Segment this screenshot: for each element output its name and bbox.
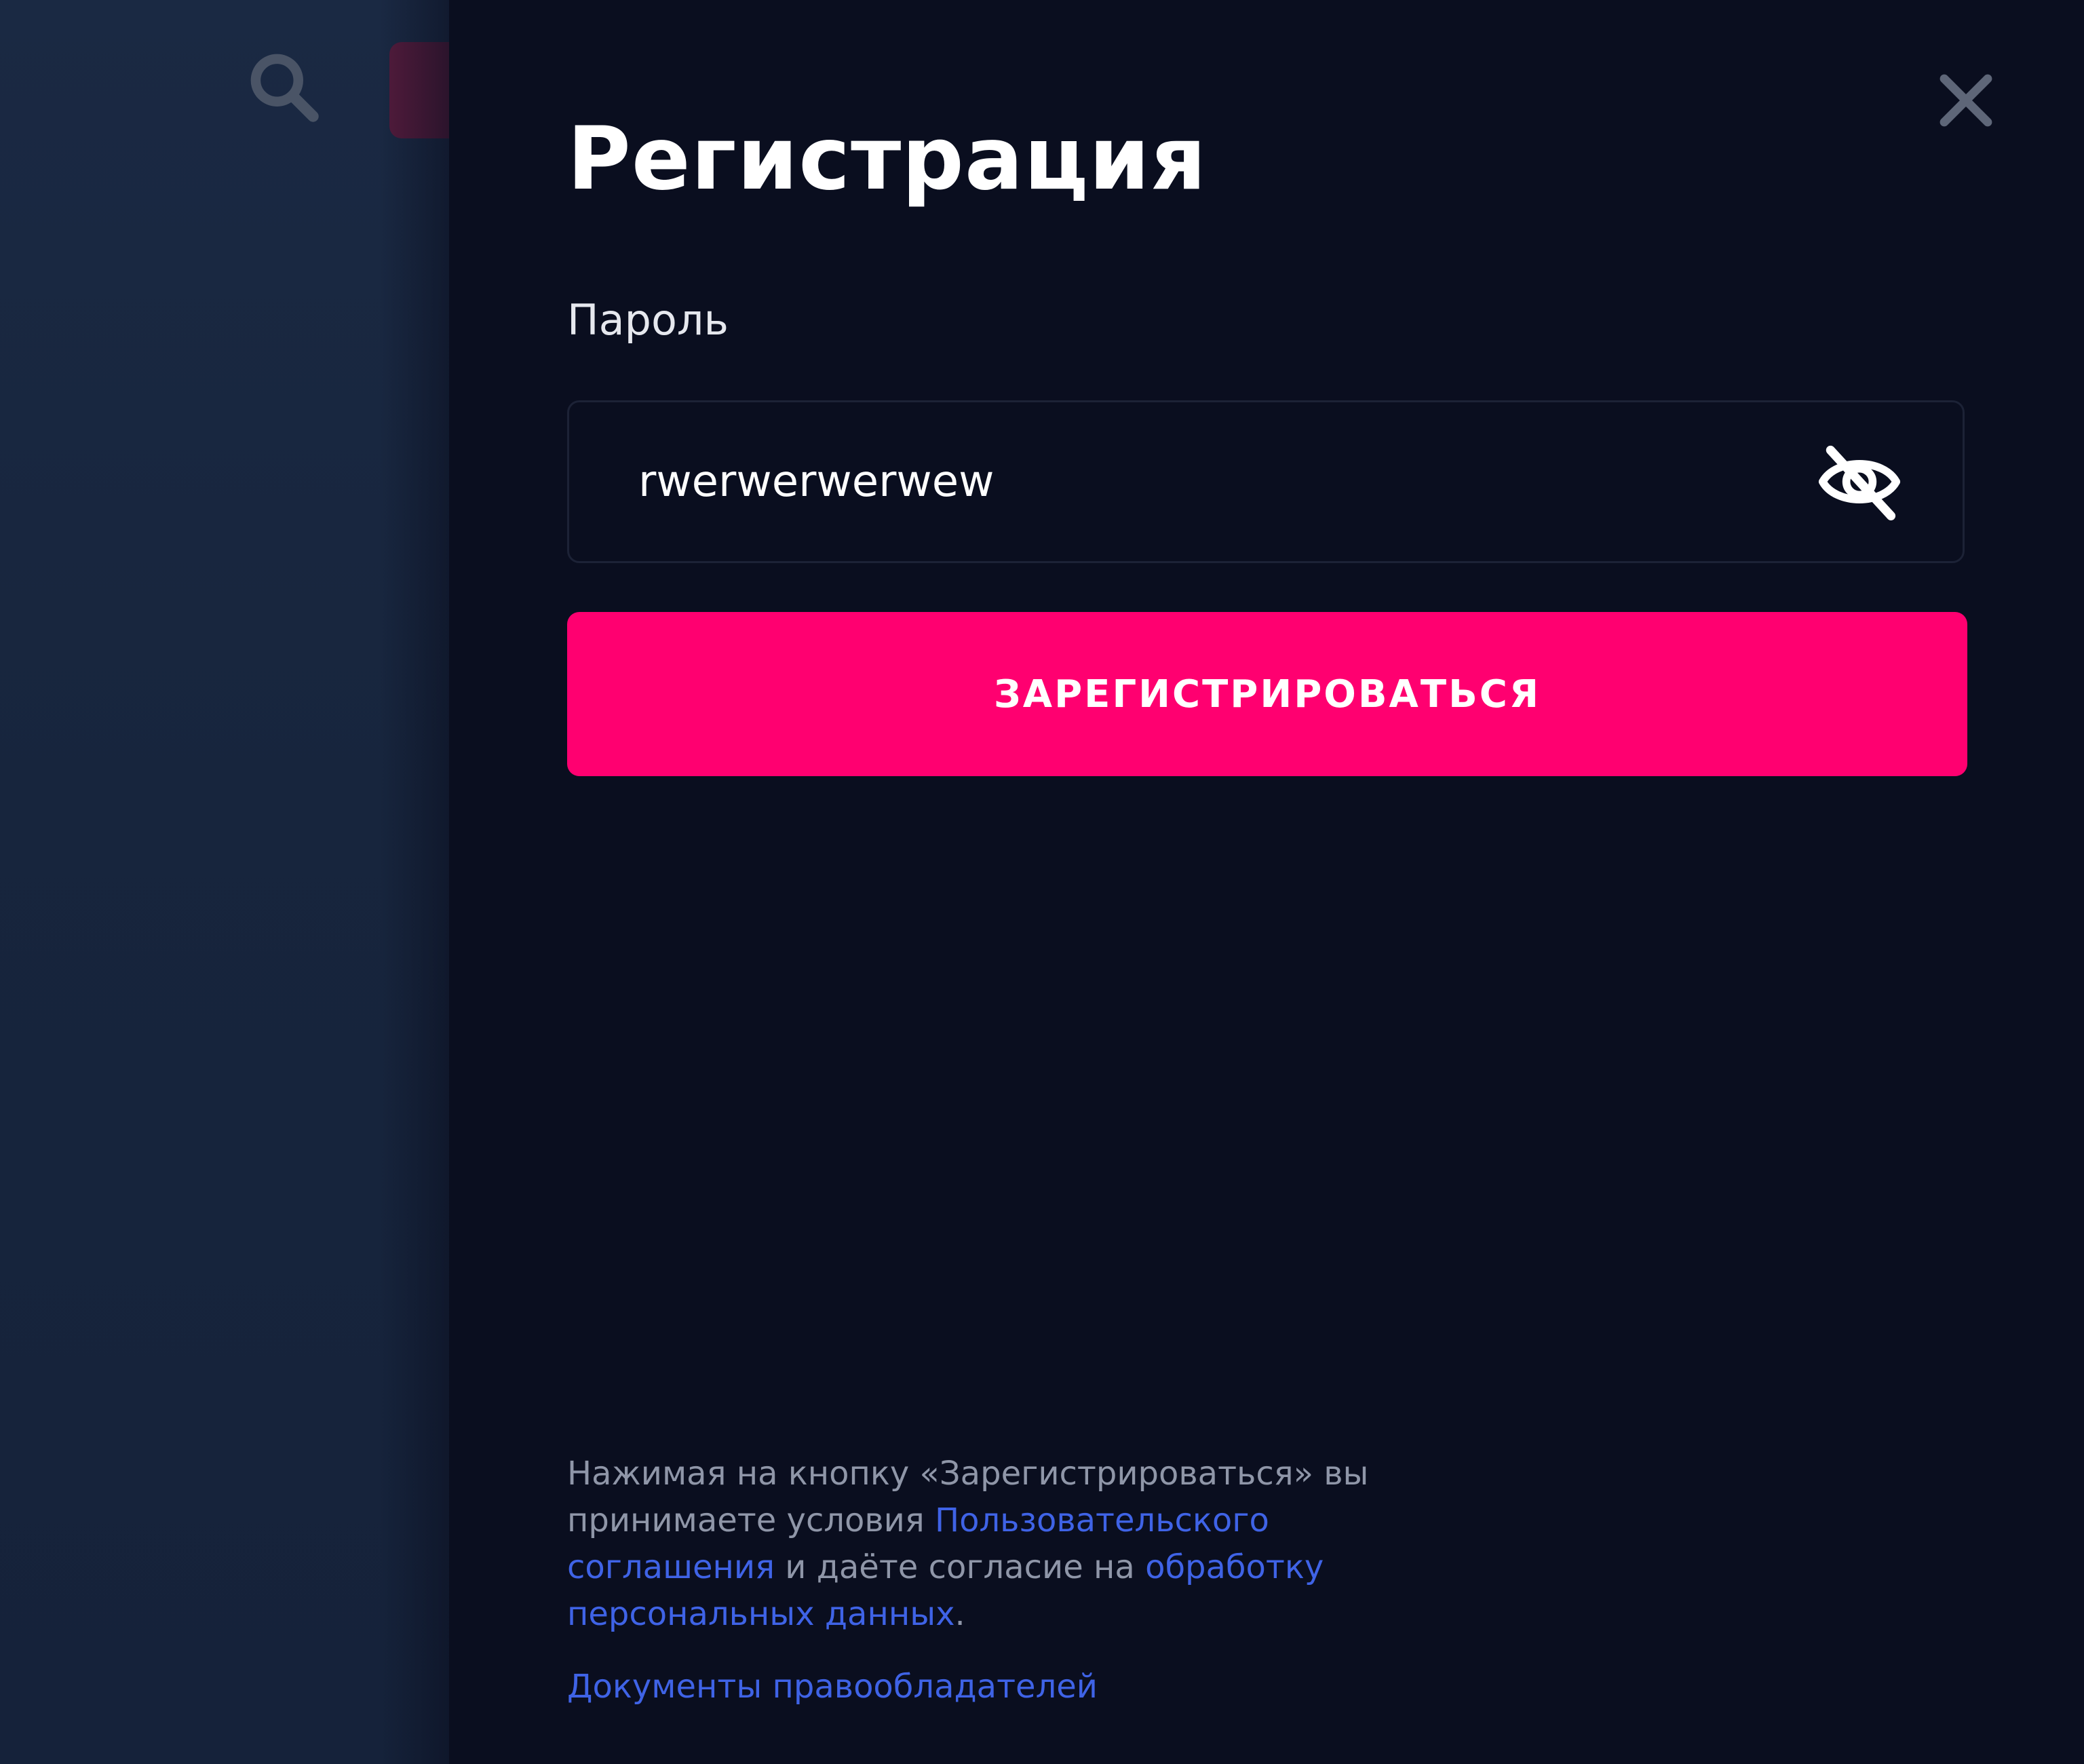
- app-root: Регистрация Пароль ЗАРЕГИСТРИРОВАТЬСЯ На…: [0, 0, 2084, 1764]
- eye-off-icon[interactable]: [1817, 442, 1902, 522]
- legal-text-after: .: [954, 1595, 965, 1633]
- password-input[interactable]: [638, 402, 1792, 561]
- password-field[interactable]: [567, 400, 1965, 563]
- background-page: [0, 0, 471, 1764]
- register-button[interactable]: ЗАРЕГИСТРИРОВАТЬСЯ: [567, 612, 1967, 776]
- legal-text-middle: и даёте согласие на: [774, 1548, 1146, 1586]
- close-icon[interactable]: [1933, 68, 1999, 133]
- password-label: Пароль: [567, 295, 729, 345]
- legal-notice: Нажимая на кнопку «Зарегистрироваться» в…: [567, 1451, 1476, 1638]
- modal-title: Регистрация: [567, 109, 1207, 210]
- panel-shadow: [380, 0, 449, 1764]
- search-icon: [250, 54, 319, 122]
- rights-holders-docs-link[interactable]: Документы правообладателей: [567, 1664, 1098, 1710]
